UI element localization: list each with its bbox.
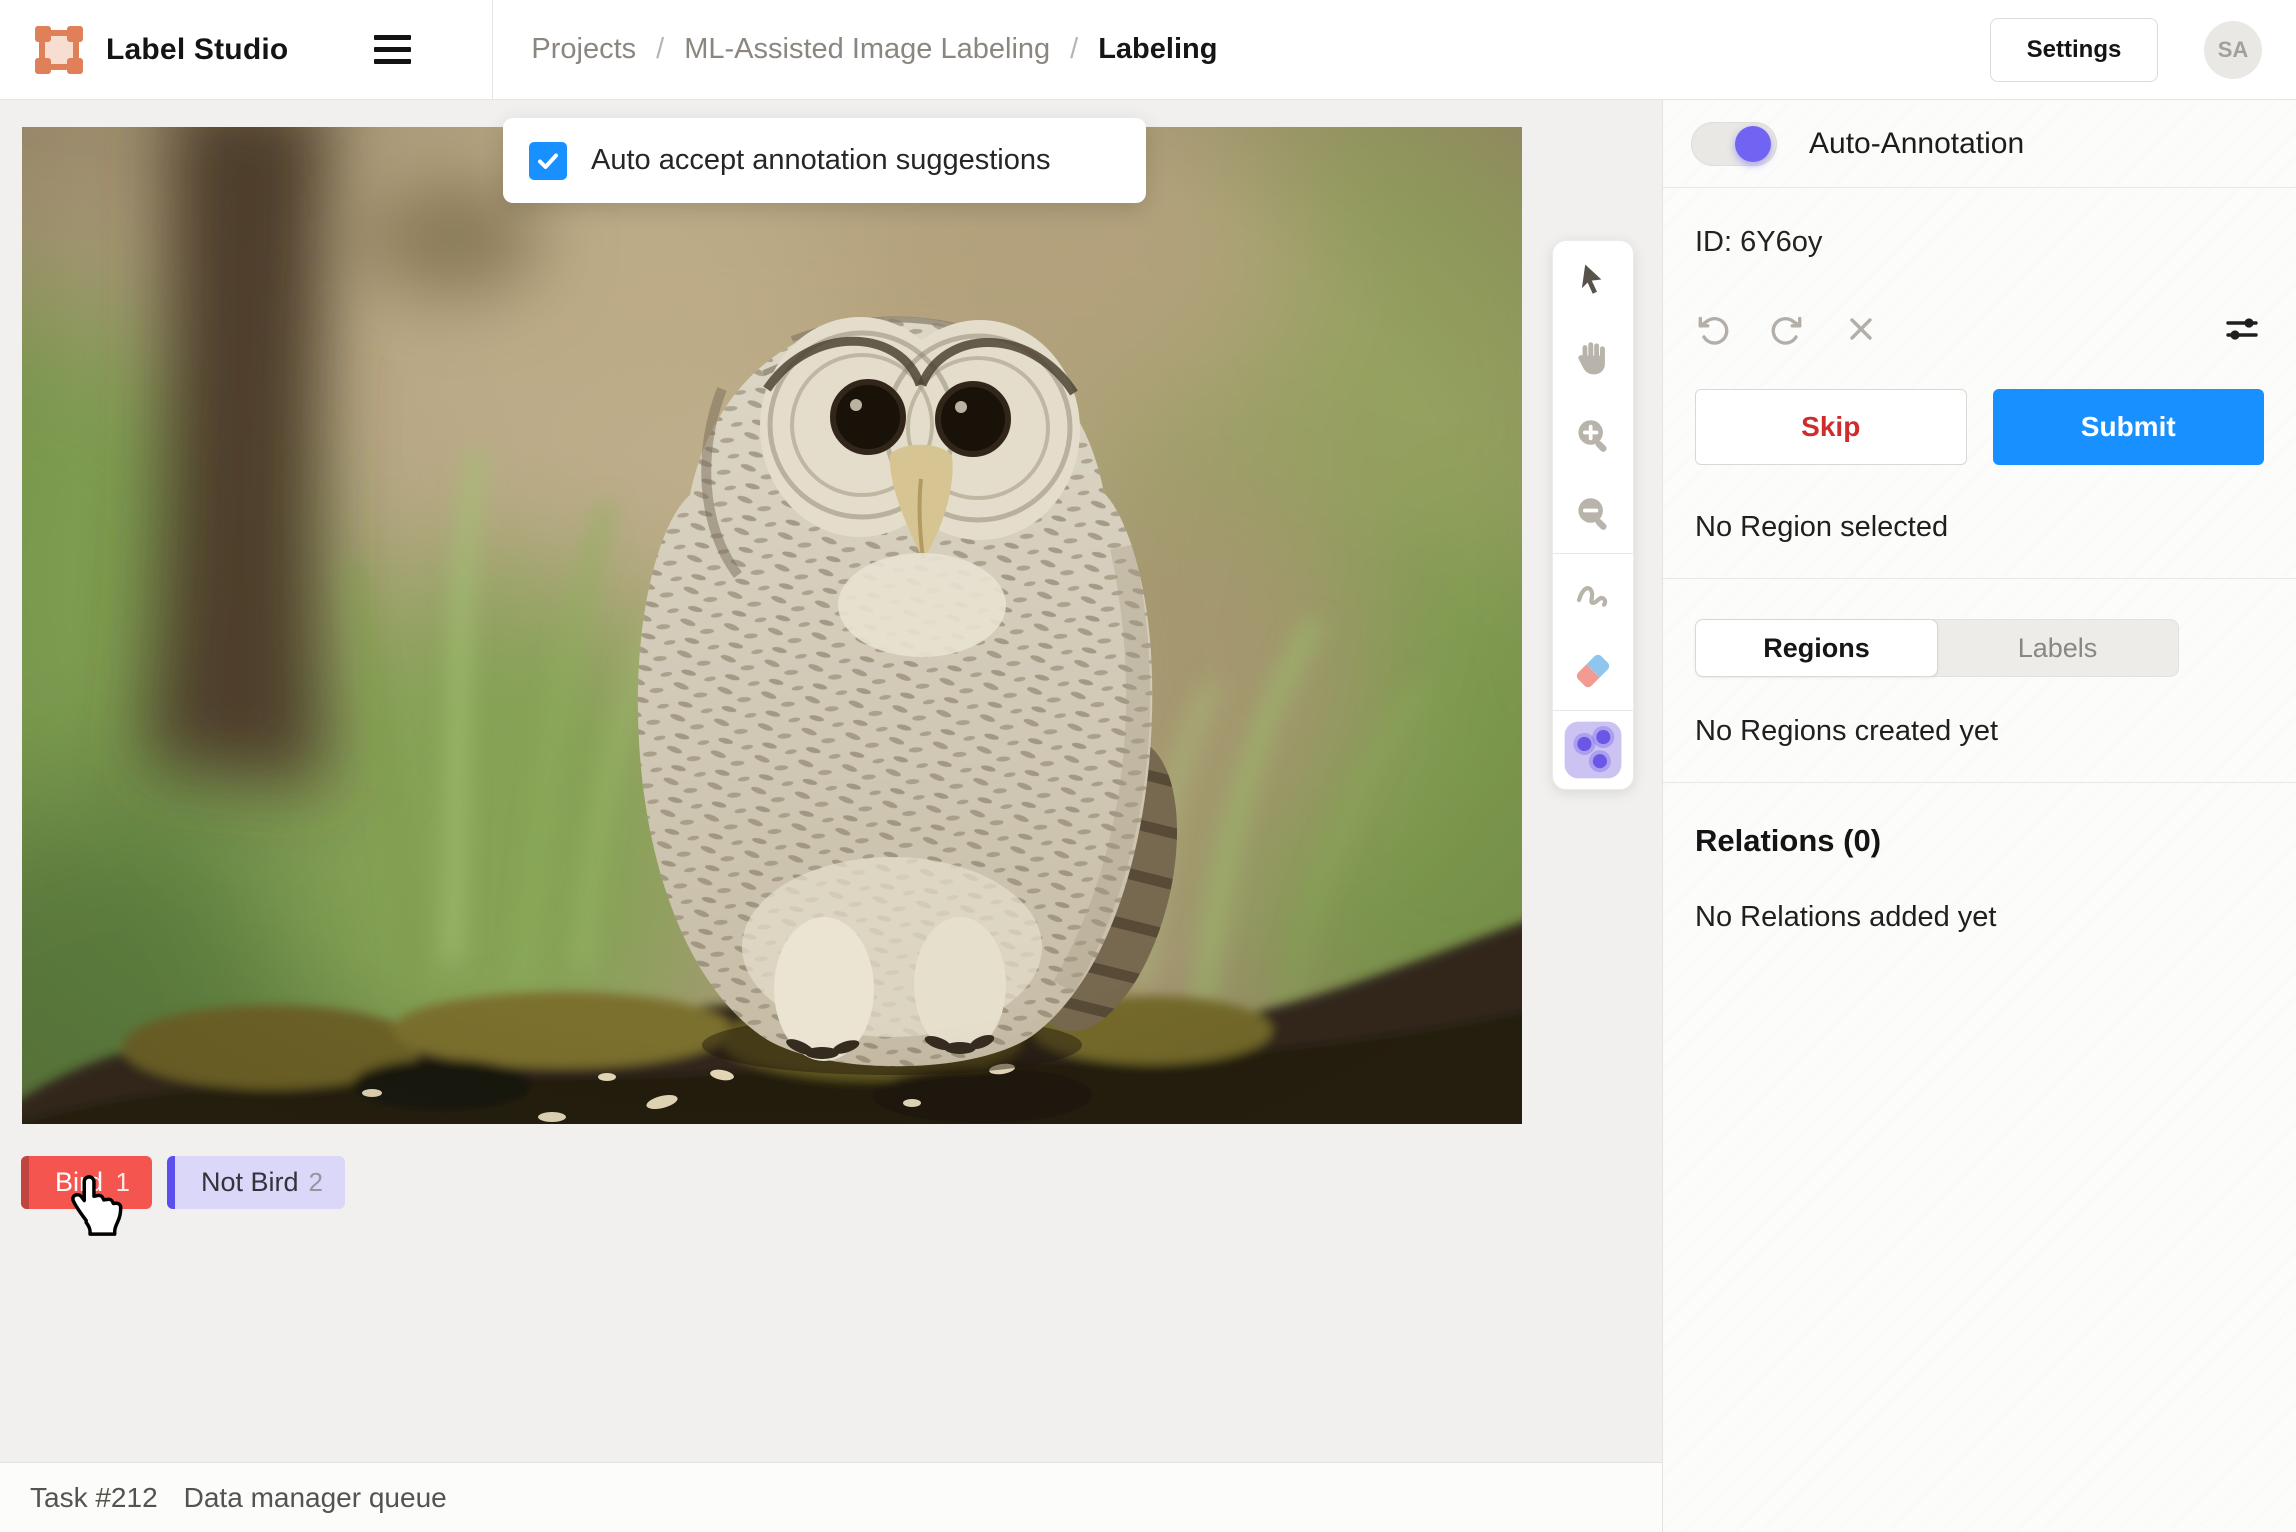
magic-wand-tool-button[interactable] (1552, 711, 1634, 789)
zoom-out-icon (1572, 493, 1614, 535)
auto-accept-label: Auto accept annotation suggestions (591, 144, 1051, 177)
image-toolbar (1552, 240, 1634, 790)
settings-button[interactable]: Settings (1990, 18, 2158, 82)
queue-name-text: Data manager queue (184, 1482, 447, 1514)
checkmark-icon (535, 148, 561, 174)
move-tool-button[interactable] (1552, 241, 1634, 319)
toggle-knob (1735, 126, 1771, 162)
zoom-in-tool-button[interactable] (1552, 397, 1634, 475)
cursor-arrow-icon (1573, 260, 1613, 300)
label-text: Not Bird (201, 1167, 299, 1198)
header: Label Studio Projects / ML-Assisted Imag… (0, 0, 2296, 100)
annotation-id-text: ID: 6Y6oy (1695, 226, 2264, 259)
annotation-panel: ID: 6Y6oy (1663, 188, 2296, 934)
sidebar: Auto-Annotation ID: 6Y6oy (1662, 100, 2296, 1532)
pan-tool-button[interactable] (1552, 319, 1634, 397)
keypoints-icon (1561, 719, 1625, 781)
tab-regions[interactable]: Regions (1695, 619, 1938, 677)
sidebar-divider (1663, 782, 2296, 783)
tab-labels[interactable]: Labels (1937, 620, 2178, 676)
app-title: Label Studio (106, 33, 288, 67)
annotation-controls (1695, 311, 2264, 347)
label-color-stripe (167, 1156, 175, 1209)
zoom-in-icon (1572, 415, 1614, 457)
hamburger-icon (374, 35, 411, 40)
label-color-stripe (21, 1156, 29, 1209)
no-region-text: No Region selected (1695, 511, 2264, 544)
undo-icon (1695, 311, 1731, 347)
auto-annotation-toggle[interactable] (1691, 122, 1777, 166)
reset-button[interactable] (1843, 311, 1879, 347)
auto-accept-card: Auto accept annotation suggestions (503, 118, 1146, 203)
app-logo-icon (34, 25, 84, 75)
breadcrumb: Projects / ML-Assisted Image Labeling / … (531, 33, 1217, 66)
regions-labels-tabs: Regions Labels (1695, 619, 2179, 677)
avatar[interactable]: SA (2204, 21, 2262, 79)
label-hotkey: 2 (309, 1167, 323, 1198)
breadcrumb-separator: / (1070, 33, 1078, 66)
label-notbird-button[interactable]: Not Bird 2 (167, 1156, 345, 1209)
image-canvas[interactable] (22, 127, 1522, 1124)
task-id-text: Task #212 (30, 1482, 158, 1514)
header-divider (492, 0, 493, 100)
label-studio-app: Label Studio Projects / ML-Assisted Imag… (0, 0, 2296, 1532)
label-text: Bird (55, 1167, 103, 1198)
sliders-icon (2224, 314, 2260, 344)
header-right: Settings SA (1990, 18, 2262, 82)
relations-title: Relations (0) (1695, 823, 2264, 859)
hand-icon (1572, 337, 1614, 379)
eraser-icon (1572, 650, 1614, 692)
no-regions-text: No Regions created yet (1695, 715, 2264, 748)
brush-tool-button[interactable] (1552, 554, 1634, 632)
hamburger-menu-button[interactable] (374, 20, 434, 80)
auto-annotation-label: Auto-Annotation (1809, 127, 2024, 161)
action-buttons: Skip Submit (1695, 389, 2264, 465)
brush-icon (1572, 572, 1614, 614)
skip-button[interactable]: Skip (1695, 389, 1967, 465)
breadcrumb-item-project-name[interactable]: ML-Assisted Image Labeling (684, 33, 1050, 66)
redo-button[interactable] (1769, 311, 1805, 347)
no-relations-text: No Relations added yet (1695, 901, 2264, 934)
close-icon (1844, 312, 1878, 346)
label-bird-button[interactable]: Bird 1 (21, 1156, 152, 1209)
submit-button[interactable]: Submit (1993, 389, 2265, 465)
label-buttons-row: Bird 1 Not Bird 2 (21, 1156, 345, 1209)
auto-accept-checkbox[interactable] (529, 142, 567, 180)
sidebar-divider (1663, 578, 2296, 579)
label-hotkey: 1 (116, 1167, 130, 1198)
redo-icon (1769, 311, 1805, 347)
breadcrumb-item-projects[interactable]: Projects (531, 33, 636, 66)
eraser-tool-button[interactable] (1552, 632, 1634, 710)
breadcrumb-separator: / (656, 33, 664, 66)
status-bar: Task #212 Data manager queue (0, 1462, 1662, 1532)
auto-annotation-row: Auto-Annotation (1663, 100, 2296, 188)
zoom-out-tool-button[interactable] (1552, 475, 1634, 553)
breadcrumb-item-labeling: Labeling (1098, 33, 1217, 66)
view-settings-button[interactable] (2224, 311, 2260, 347)
undo-button[interactable] (1695, 311, 1731, 347)
owl-photo (22, 127, 1522, 1124)
